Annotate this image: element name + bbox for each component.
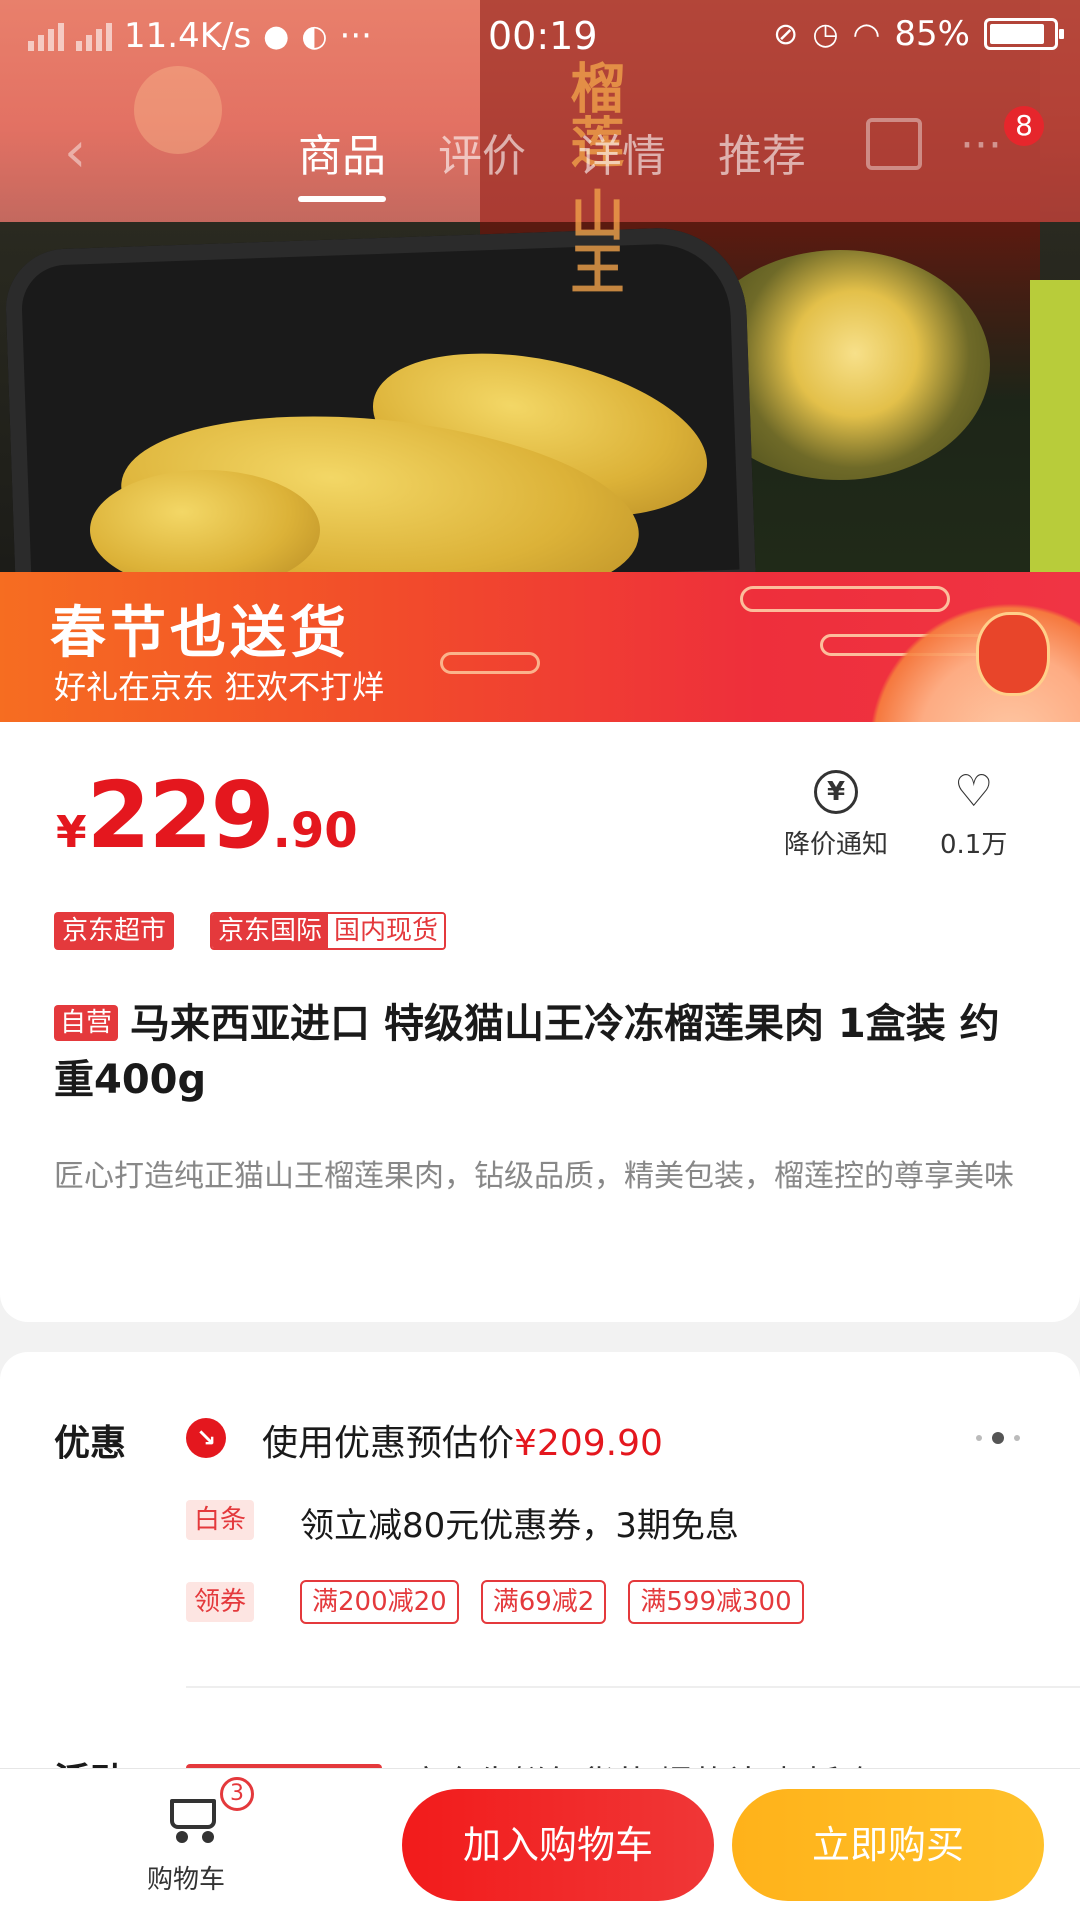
chevron-left-icon[interactable]: ‹ xyxy=(64,120,86,185)
price-integer: 229 xyxy=(86,762,275,869)
estimated-price-row[interactable]: 使用优惠预估价¥209.90 xyxy=(262,1414,663,1466)
pager-dots xyxy=(976,1432,1020,1444)
price-alert-label: 降价通知 xyxy=(784,830,889,860)
price: ¥ 229 .90 xyxy=(56,762,358,869)
message-badge: 8 xyxy=(1004,106,1044,146)
coupon-tag: 领券 xyxy=(186,1582,255,1622)
promo-banner[interactable]: 春节也送货 好礼在京东 狂欢不打烊 xyxy=(0,572,1080,722)
signal-icon xyxy=(28,21,64,51)
favorite-count: 0.1万 xyxy=(940,830,1008,860)
product-title-text: 马来西亚进口 特级猫山王冷冻榴莲果肉 1盒装 约重400g xyxy=(54,1001,1000,1103)
clock: 00:19 xyxy=(488,14,598,58)
coupon-item[interactable]: 满599减300 xyxy=(628,1580,804,1624)
baitiao-tag: 白条 xyxy=(186,1500,255,1540)
tag-jd-supermarket[interactable]: 京东超市 xyxy=(54,912,175,950)
price-decimal: .90 xyxy=(272,803,358,859)
estimated-price-value: ¥209.90 xyxy=(514,1423,663,1464)
cart-button[interactable]: 3 购物车 xyxy=(146,1777,254,1896)
offers-label: 优惠 xyxy=(54,1423,127,1464)
tag-jd-international[interactable]: 京东国际 国内现货 xyxy=(210,912,447,950)
favorite-button[interactable]: ♡ 0.1万 xyxy=(940,770,1007,861)
cart-icon: 3 xyxy=(162,1777,254,1843)
battery-percent: 85% xyxy=(894,14,970,54)
baitiao-offer[interactable]: 领立减80元优惠券，3期免息 xyxy=(300,1498,739,1547)
estimated-price-label: 使用优惠预估价 xyxy=(262,1423,515,1464)
swirl-decoration xyxy=(740,586,950,612)
lantern-icon xyxy=(976,612,1050,696)
price-alert-button[interactable]: ¥ 降价通知 xyxy=(784,770,888,861)
heart-plus-icon: ♡ xyxy=(953,766,994,817)
coupon-item[interactable]: 满200减20 xyxy=(300,1580,459,1624)
qq-icon: ◐ xyxy=(301,18,328,54)
net-speed: 11.4K/s xyxy=(124,16,252,56)
wechat-icon: ● xyxy=(263,18,290,54)
more-notifications: ··· xyxy=(339,16,372,56)
tab-details[interactable]: 详情 xyxy=(578,120,666,184)
coupon-item[interactable]: 满69减2 xyxy=(480,1580,607,1624)
tab-reviews[interactable]: 评价 xyxy=(438,120,526,184)
signal-icon xyxy=(76,21,112,51)
product-info-card: ¥ 229 .90 ¥ 降价通知 ♡ 0.1万 京东超市 京东国际 国内现货 自… xyxy=(0,722,1080,1322)
wifi-icon: ◠ xyxy=(852,15,881,53)
hero-package-edge xyxy=(1030,280,1080,572)
alarm-icon: ◷ xyxy=(812,16,839,52)
product-title: 自营 马来西亚进口 特级猫山王冷冻榴莲果肉 1盒装 约重400g xyxy=(54,996,1034,1108)
cart-label: 购物车 xyxy=(146,1865,225,1895)
top-nav: ‹ 商品 评价 详情 推荐 ··· 8 xyxy=(0,80,1080,202)
mute-icon: ⊘ xyxy=(773,16,799,52)
promo-title: 春节也送货 xyxy=(50,600,350,666)
tag-intl-stock: 国内现货 xyxy=(328,914,445,948)
tab-bar: 商品 评价 详情 推荐 xyxy=(298,120,806,202)
tab-product[interactable]: 商品 xyxy=(298,120,386,202)
tab-recommend[interactable]: 推荐 xyxy=(718,120,806,184)
tag-intl-name: 京东国际 xyxy=(212,914,329,948)
promo-subtitle: 好礼在京东 狂欢不打烊 xyxy=(54,668,385,706)
product-tags: 京东超市 京东国际 国内现货 xyxy=(54,912,447,950)
bottom-action-bar: 3 购物车 加入购物车 立即购买 xyxy=(0,1768,1080,1920)
status-bar: 11.4K/s ● ◐ ··· 00:19 ⊘ ◷ ◠ 85% xyxy=(0,0,1080,76)
cart-count-badge: 3 xyxy=(220,1777,254,1811)
discount-arrow-icon: ↘ xyxy=(186,1418,226,1458)
self-operated-badge: 自营 xyxy=(54,1005,119,1041)
more-menu-icon[interactable]: ··· xyxy=(960,120,1002,171)
battery-icon xyxy=(984,18,1064,50)
buy-now-button[interactable]: 立即购买 xyxy=(732,1789,1044,1901)
swirl-decoration xyxy=(440,652,540,674)
product-description: 匠心打造纯正猫山王榴莲果肉，钻级品质，精美包装，榴莲控的尊享美味 xyxy=(54,1159,1014,1194)
price-drop-icon: ¥ xyxy=(814,770,858,814)
add-to-cart-button[interactable]: 加入购物车 xyxy=(402,1789,714,1901)
divider xyxy=(186,1686,1080,1688)
price-currency: ¥ xyxy=(56,807,87,858)
share-icon[interactable] xyxy=(866,118,922,170)
coupon-list: 满200减20 满69减2 满599减300 xyxy=(300,1580,804,1624)
